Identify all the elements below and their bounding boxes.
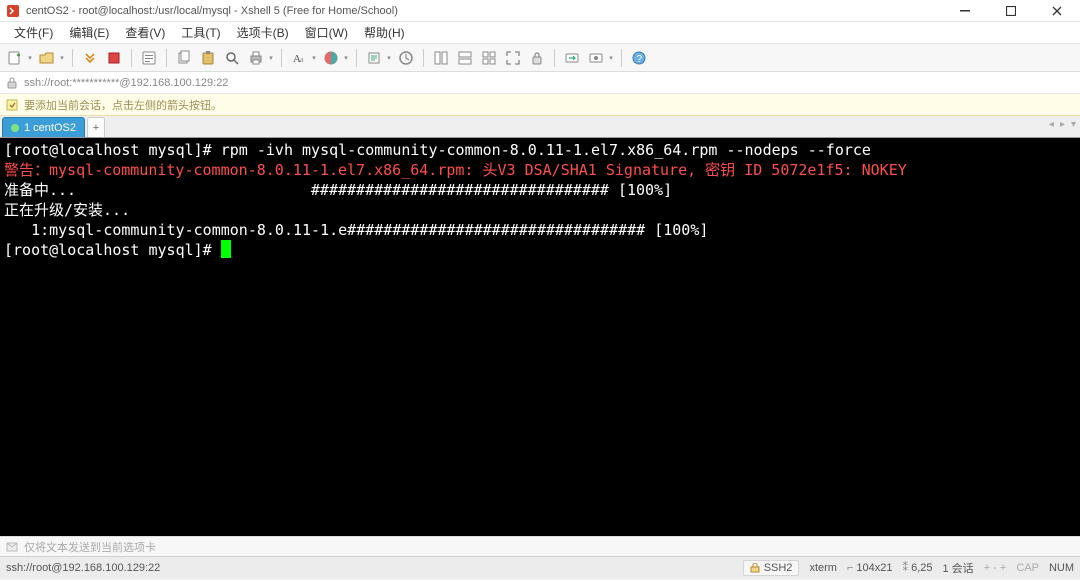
menu-tools[interactable]: 工具(T)	[173, 22, 228, 43]
xftp-button[interactable]	[561, 47, 583, 69]
dropdown-icon[interactable]: ▾	[385, 54, 393, 62]
separator	[72, 49, 73, 67]
status-size: ⌐ 104x21	[847, 562, 893, 574]
dropdown-icon[interactable]: ▾	[26, 54, 34, 62]
status-ssh: SSH2	[743, 560, 800, 576]
session-tab[interactable]: 1 centOS2	[2, 117, 85, 137]
status-cap: CAP	[1016, 562, 1039, 574]
tile-h-button[interactable]	[430, 47, 452, 69]
new-session-button[interactable]	[4, 47, 26, 69]
status-connection: ssh://root@192.168.100.129:22	[6, 562, 160, 574]
status-sessions: 1 会话	[943, 560, 974, 576]
properties-button[interactable]	[138, 47, 160, 69]
tab-menu-icon[interactable]: ▾	[1071, 119, 1076, 130]
address-bar: ssh://root:***********@192.168.100.129:2…	[0, 72, 1080, 94]
tab-bar: 1 centOS2 + ◂ ▸ ▾	[0, 116, 1080, 138]
menu-help[interactable]: 帮助(H)	[356, 22, 413, 43]
font-button[interactable]: Aa	[288, 47, 310, 69]
menu-bar: 文件(F) 编辑(E) 查看(V) 工具(T) 选项卡(B) 窗口(W) 帮助(…	[0, 22, 1080, 44]
tile-v-button[interactable]	[454, 47, 476, 69]
status-plus: + - +	[984, 562, 1007, 574]
svg-text:a: a	[300, 55, 304, 64]
reconnect-button[interactable]	[79, 47, 101, 69]
app-icon	[6, 4, 20, 18]
status-bar: ssh://root@192.168.100.129:22 SSH2 xterm…	[0, 556, 1080, 578]
status-num: NUM	[1049, 562, 1074, 574]
tab-label: 1 centOS2	[24, 122, 76, 134]
xagent-button[interactable]	[585, 47, 607, 69]
color-button[interactable]	[320, 47, 342, 69]
hint-bar: 要添加当前会话，点击左侧的箭头按钮。	[0, 94, 1080, 116]
window-title: centOS2 - root@localhost:/usr/local/mysq…	[26, 5, 398, 17]
paste-button[interactable]	[197, 47, 219, 69]
svg-text:?: ?	[637, 54, 643, 65]
separator	[166, 49, 167, 67]
dropdown-icon[interactable]: ▾	[267, 54, 275, 62]
status-pos: ⁑ 6,25	[903, 561, 933, 574]
menu-view[interactable]: 查看(V)	[117, 22, 173, 43]
script-button[interactable]	[363, 47, 385, 69]
fullscreen-button[interactable]	[502, 47, 524, 69]
maximize-button[interactable]	[988, 0, 1034, 22]
info-icon	[6, 99, 18, 111]
send-bar-text: 仅将文本发送到当前选项卡	[24, 539, 156, 555]
lock-icon	[6, 77, 18, 89]
send-bar: 仅将文本发送到当前选项卡	[0, 536, 1080, 556]
copy-button[interactable]	[173, 47, 195, 69]
menu-file[interactable]: 文件(F)	[6, 22, 61, 43]
lock-button[interactable]	[526, 47, 548, 69]
title-bar: centOS2 - root@localhost:/usr/local/mysq…	[0, 0, 1080, 22]
menu-window[interactable]: 窗口(W)	[297, 22, 356, 43]
add-tab-button[interactable]: +	[87, 117, 105, 137]
separator	[423, 49, 424, 67]
menu-edit[interactable]: 编辑(E)	[61, 22, 117, 43]
tab-nav-right-icon[interactable]: ▸	[1060, 119, 1065, 130]
log-button[interactable]	[395, 47, 417, 69]
terminal[interactable]: [root@localhost mysql]# rpm -ivh mysql-c…	[0, 138, 1080, 536]
separator	[131, 49, 132, 67]
print-button[interactable]	[245, 47, 267, 69]
toolbar: ▾ ▾ ▾ Aa ▾ ▾ ▾ ▾ ?	[0, 44, 1080, 72]
tile-grid-button[interactable]	[478, 47, 500, 69]
help-button[interactable]: ?	[628, 47, 650, 69]
find-button[interactable]	[221, 47, 243, 69]
hint-text: 要添加当前会话，点击左侧的箭头按钮。	[24, 97, 222, 113]
close-button[interactable]	[1034, 0, 1080, 22]
send-icon	[6, 541, 18, 553]
separator	[554, 49, 555, 67]
connected-indicator-icon	[11, 124, 19, 132]
separator	[621, 49, 622, 67]
separator	[281, 49, 282, 67]
dropdown-icon[interactable]: ▾	[342, 54, 350, 62]
separator	[356, 49, 357, 67]
status-term: xterm	[809, 562, 837, 574]
open-button[interactable]	[36, 47, 58, 69]
dropdown-icon[interactable]: ▾	[607, 54, 615, 62]
minimize-button[interactable]	[942, 0, 988, 22]
disconnect-button[interactable]	[103, 47, 125, 69]
dropdown-icon[interactable]: ▾	[310, 54, 318, 62]
address-text[interactable]: ssh://root:***********@192.168.100.129:2…	[24, 77, 1074, 89]
tab-nav-left-icon[interactable]: ◂	[1049, 119, 1054, 130]
dropdown-icon[interactable]: ▾	[58, 54, 66, 62]
menu-tabs[interactable]: 选项卡(B)	[229, 22, 297, 43]
